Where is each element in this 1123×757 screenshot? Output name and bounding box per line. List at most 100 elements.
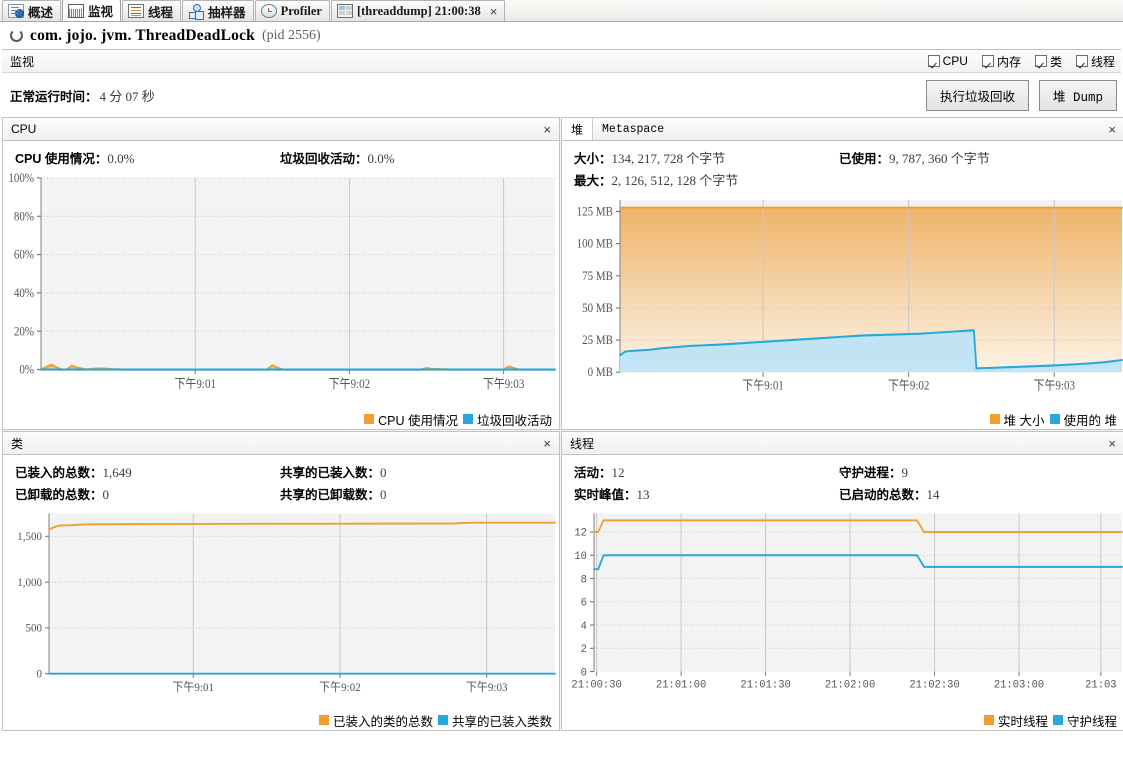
tab-label: 概述 bbox=[28, 5, 54, 20]
monitor-section-label: 监视 bbox=[10, 54, 35, 69]
checkbox-threads[interactable]: 线程 bbox=[1075, 53, 1115, 70]
svg-text:21:01:00: 21:01:00 bbox=[656, 679, 706, 691]
svg-text:下午9:01: 下午9:01 bbox=[174, 376, 216, 391]
legend-label: 已装入的类的总数 bbox=[332, 714, 433, 729]
tab-profiler[interactable]: Profiler bbox=[254, 0, 330, 21]
panel-threads-header: 线程 × bbox=[561, 431, 1123, 455]
svg-text:下午9:01: 下午9:01 bbox=[742, 378, 784, 393]
svg-text:75 MB: 75 MB bbox=[582, 268, 613, 283]
panel-heap: 堆 Metaspace × 大小：134, 217, 728 个字节 最大：2,… bbox=[561, 117, 1123, 430]
sampler-icon bbox=[188, 4, 204, 19]
stat-shared-unloaded: 共享的已卸载数：0 bbox=[280, 484, 387, 503]
stat-heap-used: 已使用：9, 787, 360 个字节 bbox=[839, 148, 990, 167]
tab-overview[interactable]: 概述 bbox=[2, 0, 62, 21]
process-spinner-icon bbox=[10, 29, 23, 42]
stat-label: 垃圾回收活动： bbox=[280, 152, 368, 166]
legend-swatch-icon bbox=[1049, 414, 1060, 424]
panel-threads-body: 活动：12 实时峰值：13 守护进程：9 已启动的总数：14 0 2 4 6 8… bbox=[561, 455, 1123, 731]
panel-classes-header: 类 × bbox=[2, 431, 560, 455]
classes-legend: 已装入的类的总数 共享的已装入类数 bbox=[3, 710, 559, 730]
heap-chart[interactable]: 0 MB 25 MB 50 MB 75 MB 100 MB 125 MB 下午9:01 下午9… bbox=[562, 193, 1123, 409]
legend-item-shared-loaded: 共享的已装入类数 bbox=[437, 711, 552, 730]
svg-text:下午9:02: 下午9:02 bbox=[319, 680, 361, 693]
monitor-panels-grid: CPU × CPU 使用情况：0.0% 垃圾回收活动：0.0% 0% 20% 4… bbox=[2, 117, 1123, 731]
checkbox-label: 线程 bbox=[1090, 54, 1115, 69]
threads-chart[interactable]: 0 2 4 6 8 10 12 21:00:30 21:01:00 21:01:30 21:02:0… bbox=[562, 507, 1123, 710]
panel-tab-heap[interactable]: 堆 bbox=[562, 118, 594, 140]
stat-cpu-usage: CPU 使用情况：0.0% bbox=[15, 148, 280, 167]
tab-threads[interactable]: 线程 bbox=[122, 0, 182, 21]
stat-daemon-threads: 守护进程：9 bbox=[839, 462, 940, 481]
tab-sampler[interactable]: 抽样器 bbox=[182, 0, 254, 21]
svg-text:1,000: 1,000 bbox=[17, 577, 42, 589]
heap-legend: 堆 大小 使用的 堆 bbox=[562, 409, 1123, 429]
threads-legend: 实时线程 守护线程 bbox=[562, 710, 1123, 730]
classes-stats: 已装入的总数：1,649 已卸载的总数：0 共享的已装入数：0 共享的已卸载数：… bbox=[3, 455, 559, 507]
threads-stats-col-1: 活动：12 实时峰值：13 bbox=[574, 462, 839, 503]
panel-classes: 类 × 已装入的总数：1,649 已卸载的总数：0 共享的已装入数：0 共享的已… bbox=[2, 431, 560, 731]
checkbox-cpu[interactable]: CPU bbox=[927, 54, 968, 68]
stat-value: 0.0% bbox=[107, 151, 135, 166]
legend-swatch-icon bbox=[318, 715, 329, 725]
application-title-row: com. jojo. jvm. ThreadDeadLock (pid 2556… bbox=[0, 22, 1123, 49]
svg-text:21:01:30: 21:01:30 bbox=[740, 679, 790, 691]
legend-swatch-icon bbox=[989, 414, 1000, 424]
svg-text:1,500: 1,500 bbox=[17, 531, 42, 543]
legend-label: 使用的 堆 bbox=[1063, 413, 1117, 428]
heap-stats: 大小：134, 217, 728 个字节 最大：2, 126, 512, 128… bbox=[562, 141, 1123, 193]
heap-dump-button[interactable]: 堆 Dump bbox=[1038, 79, 1117, 111]
header-spacer bbox=[31, 432, 535, 454]
stat-label: 活动： bbox=[574, 466, 612, 480]
legend-label: 堆 大小 bbox=[1003, 413, 1045, 428]
svg-text:80%: 80% bbox=[14, 209, 34, 224]
tab-label: [threaddump] 21:00:38 bbox=[356, 3, 481, 18]
close-icon[interactable]: × bbox=[535, 118, 559, 140]
tab-threaddump[interactable]: [threaddump] 21:00:38 × bbox=[330, 0, 506, 21]
perform-gc-button[interactable]: 执行垃圾回收 bbox=[925, 79, 1029, 111]
cpu-chart-svg: 0% 20% 40% 60% 80% 100% 下午9:01 下午9:02 下午9:03 bbox=[8, 171, 556, 391]
tab-monitor[interactable]: 监视 bbox=[62, 0, 122, 21]
svg-text:下午9:01: 下午9:01 bbox=[172, 680, 214, 693]
close-icon[interactable]: × bbox=[1100, 118, 1123, 140]
svg-text:50 MB: 50 MB bbox=[582, 300, 613, 315]
tab-label: 监视 bbox=[88, 5, 114, 19]
tab-label: 线程 bbox=[148, 5, 174, 20]
header-spacer bbox=[602, 432, 1100, 454]
process-id-label: (pid 2556) bbox=[262, 27, 321, 43]
classes-chart[interactable]: 0 500 1,000 1,500 下午9:01 下午9:02 下午9:03 bbox=[3, 507, 559, 710]
legend-item-cpu-usage: CPU 使用情况 bbox=[364, 410, 458, 429]
svg-text:20%: 20% bbox=[14, 323, 34, 338]
checkmark-icon bbox=[1034, 55, 1047, 67]
stat-label: 实时峰值： bbox=[574, 488, 637, 502]
stat-label: 共享的已装入数： bbox=[280, 466, 381, 480]
panel-tab-metaspace[interactable]: Metaspace bbox=[593, 118, 673, 140]
legend-item-heap-used: 使用的 堆 bbox=[1049, 410, 1117, 429]
checkbox-classes[interactable]: 类 bbox=[1034, 53, 1062, 70]
legend-label: CPU 使用情况 bbox=[378, 413, 458, 428]
svg-text:125 MB: 125 MB bbox=[577, 204, 613, 219]
close-icon[interactable]: × bbox=[1100, 432, 1123, 454]
close-icon[interactable]: × bbox=[535, 432, 559, 454]
svg-text:25 MB: 25 MB bbox=[582, 332, 613, 347]
stat-value: 0 bbox=[380, 487, 387, 502]
panel-classes-body: 已装入的总数：1,649 已卸载的总数：0 共享的已装入数：0 共享的已卸载数：… bbox=[2, 455, 560, 731]
classes-stats-col-2: 共享的已装入数： 0 共享的已卸载数：0 bbox=[280, 462, 387, 503]
monitor-toolbar: 监视 CPU 内存 类 线程 bbox=[2, 49, 1121, 73]
panel-cpu: CPU × CPU 使用情况：0.0% 垃圾回收活动：0.0% 0% 20% 4… bbox=[2, 117, 560, 430]
svg-text:60%: 60% bbox=[14, 247, 34, 262]
stat-value: 2, 126, 512, 128 个字节 bbox=[611, 173, 739, 188]
header-spacer bbox=[673, 118, 1100, 140]
checkbox-memory[interactable]: 内存 bbox=[981, 53, 1021, 70]
close-icon[interactable]: × bbox=[490, 4, 498, 19]
svg-text:8: 8 bbox=[581, 574, 587, 586]
heap-chart-svg: 0 MB 25 MB 50 MB 75 MB 100 MB 125 MB 下午9:01 下午9… bbox=[577, 199, 1123, 393]
svg-text:6: 6 bbox=[581, 597, 587, 609]
cpu-chart[interactable]: 0% 20% 40% 60% 80% 100% 下午9:01 下午9:02 下午9:03 bbox=[3, 171, 559, 409]
stat-label: 已启动的总数： bbox=[839, 488, 927, 502]
panel-heap-body: 大小：134, 217, 728 个字节 最大：2, 126, 512, 128… bbox=[561, 141, 1123, 430]
stat-label: 已装入的总数： bbox=[15, 466, 103, 480]
legend-label: 实时线程 bbox=[997, 714, 1048, 729]
svg-text:下午9:02: 下午9:02 bbox=[329, 376, 371, 391]
legend-swatch-icon bbox=[983, 715, 994, 725]
heap-stats-col-2: 已使用：9, 787, 360 个字节 bbox=[839, 148, 990, 189]
